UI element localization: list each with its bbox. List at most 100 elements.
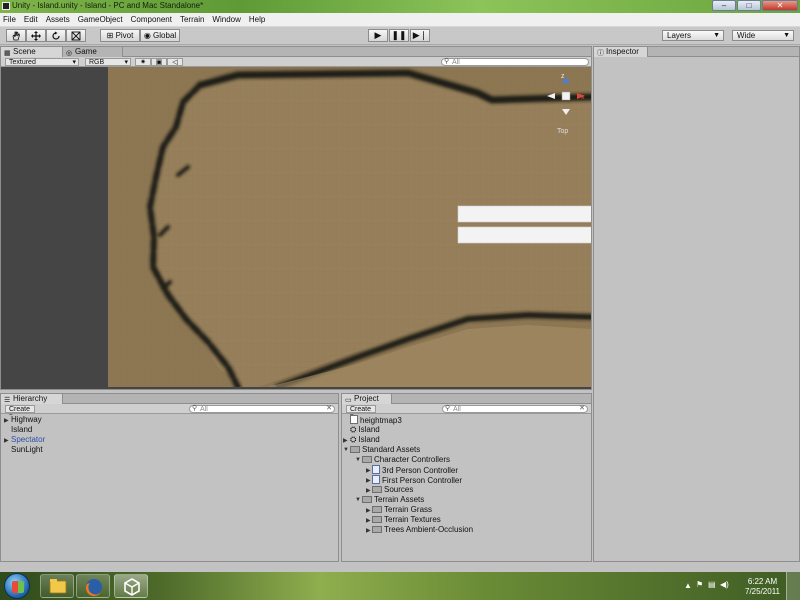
taskbar-clock[interactable]: 6:22 AM 7/25/2011 [745, 577, 780, 597]
collapse-arrow-icon[interactable]: ▼ [355, 497, 361, 503]
tab-hierarchy[interactable]: ☰ Hierarchy [1, 394, 63, 404]
project-item-island-scene[interactable]: ⛭ Island [350, 425, 380, 435]
collapse-arrow-icon[interactable]: ▼ [355, 457, 361, 463]
project-create-dropdown[interactable]: Create ▾ [346, 405, 376, 420]
show-desktop-button[interactable] [786, 572, 800, 600]
project-tabstrip: ▭ Project [342, 394, 591, 404]
project-folder-character-controllers[interactable]: Character Controllers [362, 455, 450, 465]
project-item-label: Terrain Assets [374, 495, 425, 504]
hierarchy-search-input[interactable]: ⚲ All ✕ [189, 405, 335, 413]
pause-button[interactable]: ❚❚ [389, 29, 409, 42]
menu-help[interactable]: Help [249, 15, 265, 24]
layers-dropdown[interactable]: Layers ▼ [662, 30, 724, 41]
tab-scene[interactable]: ▦ Scene [1, 47, 63, 57]
expand-arrow-icon[interactable]: ▶ [366, 467, 371, 474]
project-item-label: Character Controllers [374, 455, 451, 464]
close-button[interactable]: ✕ [762, 0, 798, 11]
project-item-first-person-controller[interactable]: First Person Controller [372, 475, 462, 485]
flag-icon[interactable]: ⚑ [696, 580, 703, 589]
firefox-icon [85, 579, 102, 597]
step-button[interactable]: ▶❘ [410, 29, 430, 42]
gizmo-center-cube[interactable] [561, 91, 571, 101]
scene-search-input[interactable]: ⚲ All [441, 58, 589, 66]
gizmo-neg-z-cone[interactable] [562, 109, 570, 115]
expand-arrow-icon[interactable]: ▶ [366, 487, 371, 494]
prefab-icon [372, 465, 380, 474]
menu-gameobject[interactable]: GameObject [78, 15, 123, 24]
menu-file[interactable]: File [3, 15, 16, 24]
scene-viewport[interactable]: z x Top [1, 67, 591, 389]
render-mode-dropdown[interactable]: Textured ▾ [5, 58, 79, 66]
taskbar-explorer-button[interactable] [40, 574, 74, 598]
move-tool-button[interactable] [26, 29, 46, 42]
taskbar-unity-button[interactable] [114, 574, 148, 598]
menu-edit[interactable]: Edit [24, 15, 38, 24]
scale-icon [71, 31, 81, 41]
expand-arrow-icon[interactable]: ▶ [4, 437, 9, 444]
project-item-island-prefab[interactable]: ⛭ Island [350, 435, 380, 445]
rotate-icon [52, 31, 60, 40]
start-button[interactable] [4, 573, 30, 599]
project-item-heightmap3[interactable]: heightmap3 [350, 415, 402, 425]
project-folder-terrain-assets[interactable]: Terrain Assets [362, 495, 424, 505]
hierarchy-create-dropdown[interactable]: Create ▾ [5, 405, 35, 420]
tab-inspector[interactable]: ⓘ Inspector [594, 47, 648, 57]
tab-inspector-label: Inspector [606, 47, 639, 56]
minimize-button[interactable]: – [712, 0, 736, 11]
expand-arrow-icon[interactable]: ▶ [4, 417, 9, 424]
network-icon[interactable]: ▤ [708, 580, 716, 589]
play-button[interactable]: ▶ [368, 29, 388, 42]
expand-arrow-icon[interactable]: ▶ [366, 477, 371, 484]
clear-icon[interactable]: ✕ [326, 405, 332, 412]
step-icon: ▶❘ [412, 30, 428, 40]
show-hidden-icons[interactable]: ▲ [684, 581, 692, 590]
gizmo-neg-x-cone[interactable] [547, 93, 555, 99]
menu-component[interactable]: Component [131, 15, 172, 24]
lighting-toggle[interactable]: ✷ [135, 58, 151, 66]
clear-icon[interactable]: ✕ [579, 405, 585, 412]
rotate-tool-button[interactable] [46, 29, 66, 42]
menu-assets[interactable]: Assets [46, 15, 70, 24]
layout-label: Wide [737, 31, 756, 40]
audio-toggle[interactable]: ◁ [167, 58, 183, 66]
volume-icon[interactable]: ◀) [720, 580, 729, 589]
project-folder-sources[interactable]: Sources [372, 485, 413, 495]
hierarchy-search-placeholder: All [200, 406, 208, 413]
expand-arrow-icon[interactable]: ▶ [343, 437, 348, 444]
project-item-label: Island [358, 435, 380, 444]
hierarchy-item-island[interactable]: Island [11, 425, 32, 435]
scale-tool-button[interactable] [66, 29, 86, 42]
expand-arrow-icon[interactable]: ▶ [366, 507, 371, 514]
hand-tool-button[interactable] [6, 29, 26, 42]
gizmo-z-label: z [561, 73, 565, 80]
pivot-icon: ⊞ [106, 31, 114, 40]
scene-image-toggle[interactable]: ▣ [151, 58, 167, 66]
hierarchy-panel: ☰ Hierarchy Create ▾ ⚲ All ✕ ▶ Highway I… [0, 393, 339, 562]
tab-game[interactable]: ◎ Game [63, 47, 123, 57]
project-item-3rd-person-controller[interactable]: 3rd Person Controller [372, 465, 458, 475]
expand-arrow-icon[interactable]: ▶ [366, 517, 371, 524]
global-toggle-button[interactable]: ◉ Global [140, 29, 180, 42]
hierarchy-item-spectator[interactable]: Spectator [11, 435, 45, 445]
menu-terrain[interactable]: Terrain [180, 15, 204, 24]
project-search-input[interactable]: ⚲ All ✕ [442, 405, 588, 413]
hierarchy-item-sunlight[interactable]: SunLight [11, 445, 43, 455]
project-folder-terrain-grass[interactable]: Terrain Grass [372, 505, 432, 515]
tab-project[interactable]: ▭ Project [342, 394, 392, 404]
expand-arrow-icon[interactable]: ▶ [366, 527, 371, 534]
project-folder-trees-ambient-occlusion[interactable]: Trees Ambient-Occlusion [372, 525, 473, 535]
hierarchy-item-highway[interactable]: Highway [11, 415, 42, 425]
menu-window[interactable]: Window [212, 15, 240, 24]
pivot-toggle-button[interactable]: ⊞ Pivot [100, 29, 140, 42]
layout-dropdown[interactable]: Wide ▼ [732, 30, 794, 41]
global-label: Global [153, 31, 177, 40]
project-folder-standard-assets[interactable]: Standard Assets [350, 445, 420, 455]
color-mode-dropdown[interactable]: RGB ▾ [85, 58, 131, 66]
project-item-label: Terrain Textures [384, 515, 441, 524]
maximize-button[interactable]: □ [737, 0, 761, 11]
collapse-arrow-icon[interactable]: ▼ [343, 447, 349, 453]
prefab-icon [372, 475, 380, 484]
folder-icon [49, 579, 67, 594]
project-folder-terrain-textures[interactable]: Terrain Textures [372, 515, 441, 525]
taskbar-firefox-button[interactable] [76, 574, 110, 598]
